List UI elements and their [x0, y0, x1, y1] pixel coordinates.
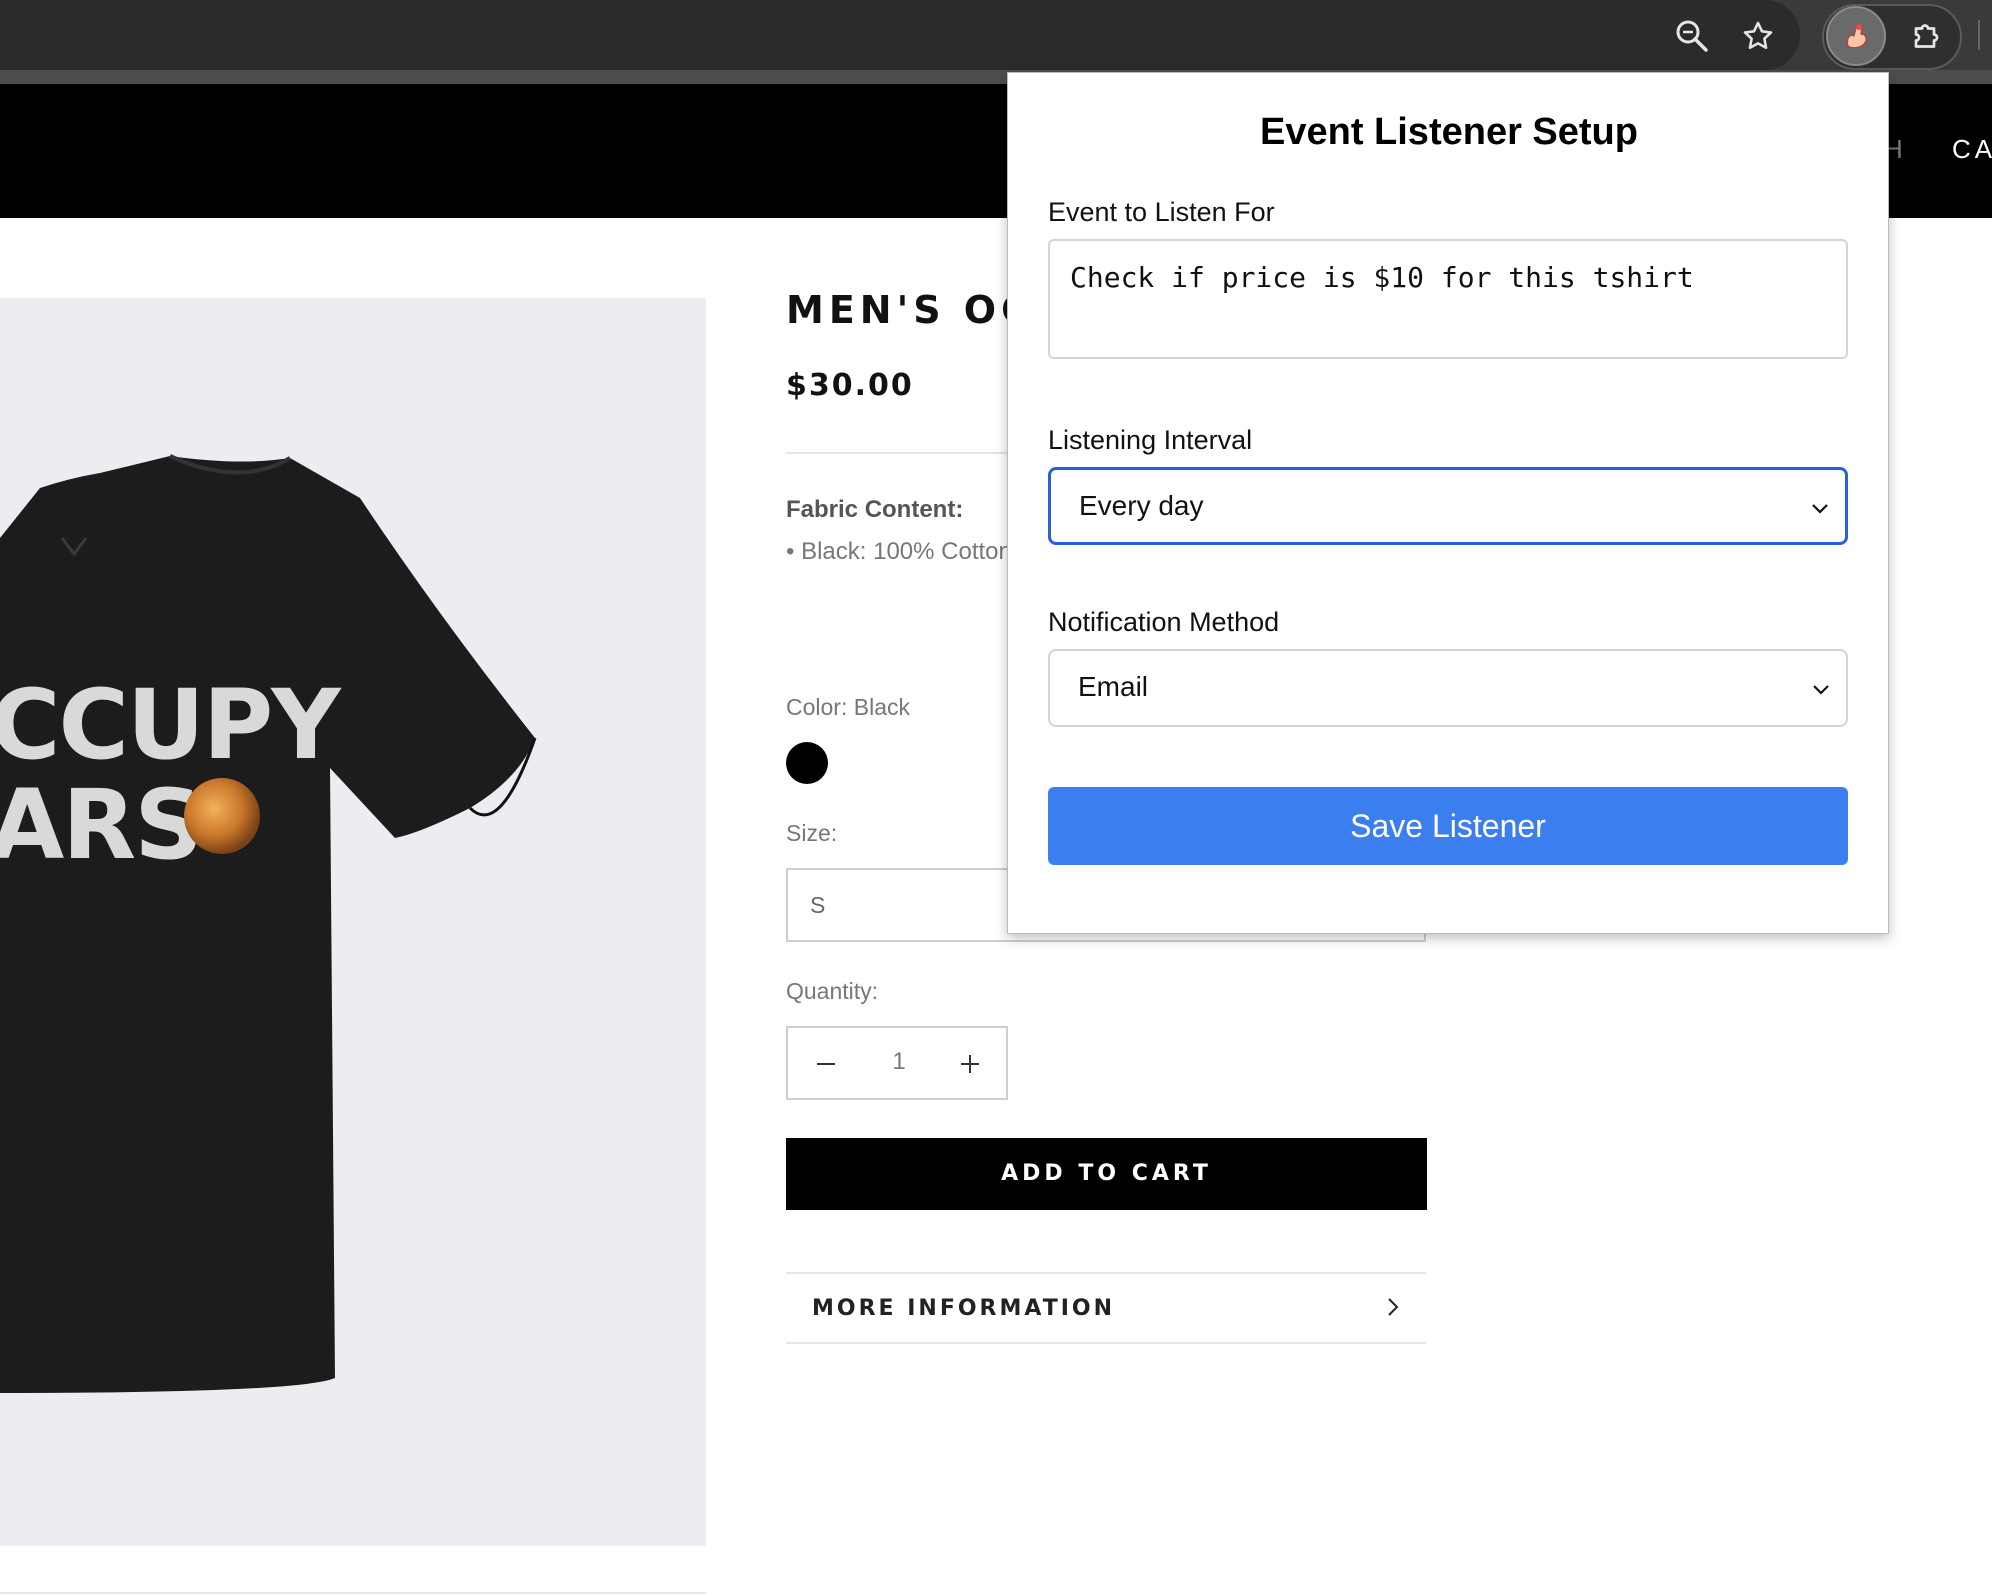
product-image: CCUPY ARS — [0, 298, 706, 1546]
more-information-label: MORE INFORMATION — [812, 1296, 1116, 1321]
interval-value: Every day — [1079, 490, 1204, 521]
extension-icon[interactable] — [1826, 6, 1886, 66]
quantity-label: Quantity: — [786, 978, 879, 1004]
quantity-stepper: 1 — [786, 1026, 1008, 1100]
size-label: Size: — [786, 820, 838, 846]
chevron-down-icon — [1809, 498, 1831, 520]
notification-value: Email — [1078, 671, 1149, 702]
more-information-toggle[interactable]: MORE INFORMATION — [786, 1274, 1426, 1342]
shirt-print-line1: CCUPY — [0, 669, 342, 781]
shirt-print-line2: ARS — [0, 769, 201, 881]
toolbar-separator — [1978, 20, 1980, 50]
color-swatch-black[interactable] — [786, 742, 828, 784]
event-listener-popup: Event Listener Setup Event to Listen For… — [1007, 72, 1889, 934]
product-price: $30.00 — [786, 368, 914, 403]
popup-title: Event Listener Setup — [1260, 111, 1638, 153]
event-label: Event to Listen For — [1048, 197, 1275, 227]
plus-icon[interactable] — [958, 1052, 982, 1076]
event-textarea[interactable]: Check if price is $10 for this tshirt — [1048, 239, 1848, 359]
notification-label: Notification Method — [1048, 607, 1280, 637]
fabric-value: • Black: 100% Cotton — [786, 538, 1012, 565]
chevron-right-icon — [1382, 1296, 1404, 1318]
interval-select[interactable]: Every day — [1048, 467, 1848, 545]
fabric-heading: Fabric Content: — [786, 496, 964, 523]
address-bar[interactable] — [0, 0, 1800, 70]
interval-label: Listening Interval — [1048, 425, 1253, 455]
nav-item-cart[interactable]: CA — [1952, 134, 1992, 165]
divider — [786, 1342, 1426, 1344]
image-bottom-divider — [0, 1592, 706, 1594]
size-value: S — [810, 892, 826, 918]
puzzle-icon[interactable] — [1906, 14, 1950, 58]
minus-icon[interactable] — [814, 1052, 838, 1076]
add-to-cart-button[interactable]: ADD TO CART — [786, 1138, 1427, 1210]
notification-select[interactable]: Email — [1048, 649, 1848, 727]
quantity-value[interactable]: 1 — [888, 1048, 910, 1076]
save-listener-button[interactable]: Save Listener — [1048, 787, 1848, 865]
star-icon[interactable] — [1736, 14, 1780, 58]
mars-graphic — [184, 778, 260, 854]
zoom-icon[interactable] — [1672, 16, 1712, 56]
chevron-down-icon — [1810, 679, 1832, 701]
browser-toolbar — [0, 0, 1992, 70]
color-label: Color: Black — [786, 694, 910, 720]
